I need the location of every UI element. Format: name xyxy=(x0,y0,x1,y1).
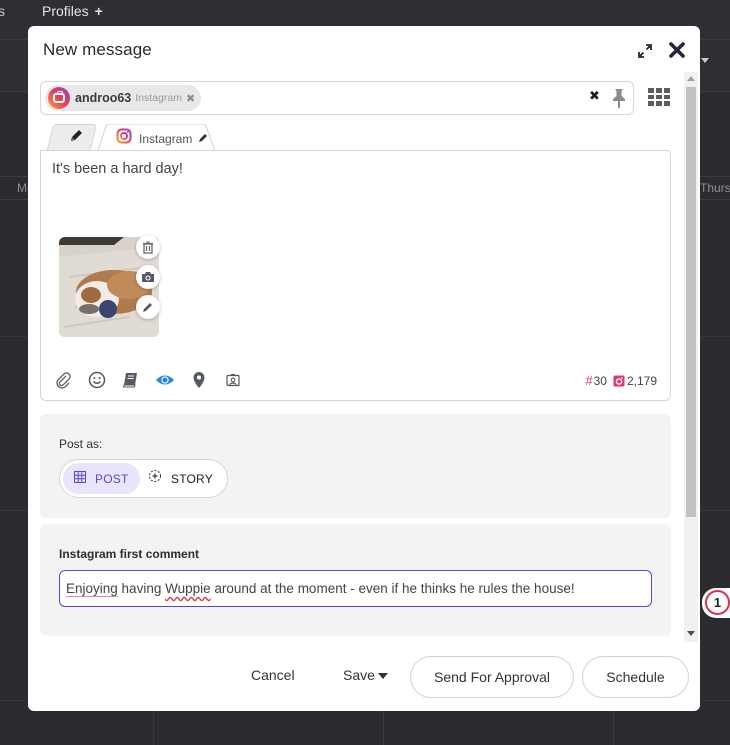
comment-text-segment: around at the moment - even if he thinks… xyxy=(210,581,575,596)
new-message-modal: New message androo63 Instagram ✖ ✖ Insta… xyxy=(28,26,700,711)
message-text[interactable]: It's been a hard day! xyxy=(52,161,183,177)
notification-count[interactable]: 1 xyxy=(705,590,730,615)
modal-scroll-area: androo63 Instagram ✖ ✖ Instagram It's be… xyxy=(28,72,700,642)
selected-profile-chip[interactable]: androo63 Instagram ✖ xyxy=(45,85,202,111)
camera-icon[interactable] xyxy=(136,265,160,289)
remove-profile-icon[interactable]: ✖ xyxy=(186,92,195,105)
background-day-label: Thurs xyxy=(700,181,730,195)
schedule-button[interactable]: Schedule xyxy=(582,656,689,698)
expand-icon[interactable] xyxy=(637,43,653,59)
background-tab-fragment: s xyxy=(0,3,5,19)
first-comment-label: Instagram first comment xyxy=(59,547,200,561)
hashtags-remaining: 30 xyxy=(593,373,607,388)
background-dropdown-caret xyxy=(701,58,709,63)
save-label: Save xyxy=(343,667,375,683)
grid-icon[interactable] xyxy=(648,88,670,106)
modal-footer: Cancel Save Send For Approval Schedule xyxy=(28,656,700,698)
scroll-up-arrow[interactable] xyxy=(687,76,695,81)
story-option[interactable]: STORY xyxy=(148,463,224,494)
trash-icon[interactable] xyxy=(136,235,160,259)
send-for-approval-button[interactable]: Send For Approval xyxy=(410,656,574,698)
profile-name: androo63 xyxy=(75,91,132,105)
paperclip-icon[interactable] xyxy=(53,370,73,390)
tab-instagram-label: Instagram xyxy=(139,131,193,146)
comment-text-segment: having xyxy=(117,581,166,596)
add-profile-icon[interactable]: + xyxy=(95,3,103,19)
profiles-label: Profiles xyxy=(42,3,89,19)
profile-network: Instagram xyxy=(135,92,182,104)
story-icon xyxy=(148,469,162,488)
instagram-icon xyxy=(116,128,132,149)
misspelled-word: Wuppie xyxy=(165,581,211,596)
emoji-icon[interactable] xyxy=(87,370,107,390)
first-comment-panel: Instagram first comment Enjoying having … xyxy=(40,524,671,636)
instagram-icon xyxy=(613,375,625,387)
clear-profiles-icon[interactable]: ✖ xyxy=(589,88,600,104)
post-type-toggle: POST STORY xyxy=(59,459,228,498)
scroll-down-arrow[interactable] xyxy=(687,631,695,636)
characters-remaining: 2,179 xyxy=(626,373,657,388)
eye-icon[interactable] xyxy=(155,370,175,390)
close-icon[interactable] xyxy=(668,41,686,59)
post-option-label: POST xyxy=(95,471,129,486)
pencil-icon[interactable] xyxy=(136,295,160,319)
post-as-panel: Post as: POST STORY xyxy=(40,414,671,518)
scroll-thumb[interactable] xyxy=(686,87,696,517)
post-as-label: Post as: xyxy=(59,437,103,451)
save-button[interactable]: Save xyxy=(343,667,388,683)
chevron-down-icon xyxy=(377,672,388,679)
notification-badge[interactable]: 1 xyxy=(702,588,730,618)
pin-icon[interactable] xyxy=(609,87,629,109)
user-tag-icon[interactable] xyxy=(223,370,243,390)
story-option-label: STORY xyxy=(171,471,213,486)
avatar xyxy=(48,87,70,109)
post-option[interactable]: POST xyxy=(63,463,140,494)
profiles-nav-item[interactable]: Profiles + xyxy=(42,3,103,19)
grid-icon xyxy=(74,470,86,488)
character-counters: # 30 2,179 xyxy=(585,373,657,388)
pencil-icon[interactable] xyxy=(198,130,208,148)
location-pin-icon[interactable] xyxy=(189,370,209,390)
editor-toolbar xyxy=(53,369,257,391)
profile-selector[interactable]: androo63 Instagram ✖ ✖ xyxy=(40,81,634,115)
cancel-button[interactable]: Cancel xyxy=(251,667,295,683)
hashtag-icon: # xyxy=(585,373,593,388)
comment-text-segment: Enjoying xyxy=(66,581,118,596)
modal-title: New message xyxy=(43,40,152,59)
tab-instagram-content: Instagram xyxy=(116,128,208,149)
pencil-icon xyxy=(68,128,84,144)
message-editor[interactable]: It's been a hard day! # 30 2,179 xyxy=(40,150,671,401)
modal-scrollbar[interactable] xyxy=(684,72,698,642)
book-icon[interactable] xyxy=(121,370,141,390)
first-comment-input[interactable]: Enjoying having Wuppie around at the mom… xyxy=(59,570,652,607)
